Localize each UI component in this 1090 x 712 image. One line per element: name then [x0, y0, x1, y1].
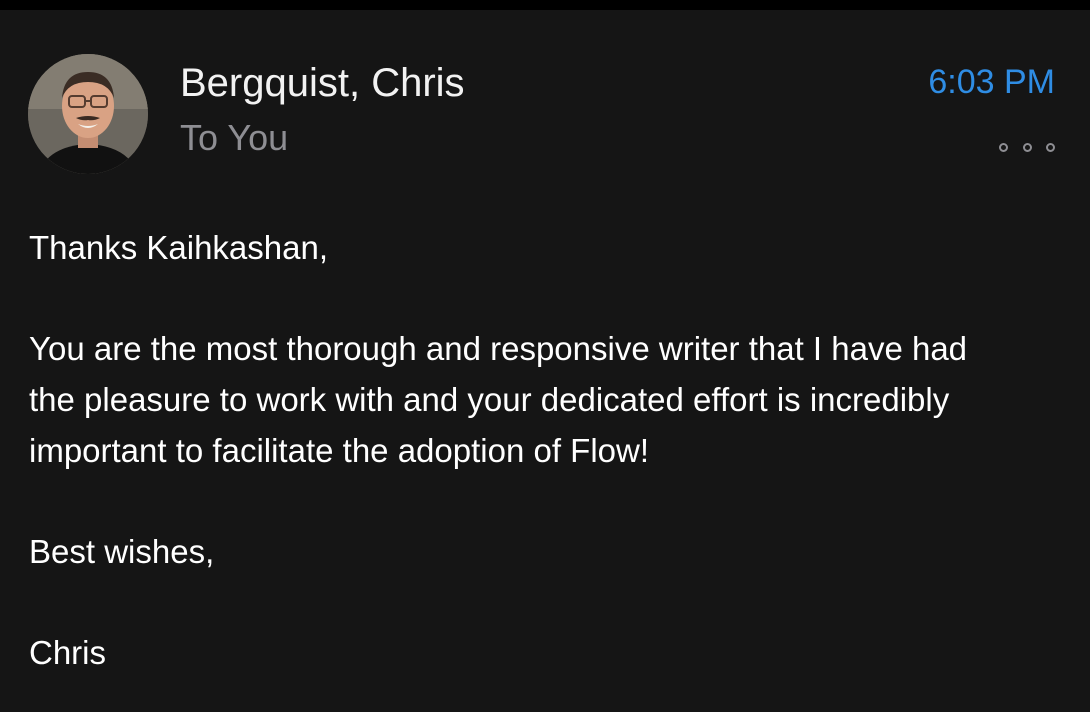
sender-name[interactable]: Bergquist, Chris: [180, 60, 465, 106]
recipient-line[interactable]: To You: [180, 117, 288, 159]
more-dot-icon: [999, 142, 1008, 152]
closing-text: Best wishes,: [29, 533, 215, 570]
message-time: 6:03 PM: [928, 63, 1055, 101]
message-body: Thanks Kaihkashan, You are the most thor…: [29, 222, 1069, 712]
sender-avatar[interactable]: [28, 54, 148, 174]
top-bar: [0, 0, 1090, 10]
signature-text: Chris: [29, 634, 107, 671]
more-options-button[interactable]: [999, 137, 1055, 157]
more-dot-icon: [1022, 142, 1032, 152]
avatar-photo-icon: [28, 54, 148, 174]
message-paragraph: You are the most thorough and responsive…: [29, 330, 968, 469]
greeting-text: Thanks Kaihkashan,: [29, 229, 329, 266]
more-dot-icon: [1046, 142, 1055, 152]
